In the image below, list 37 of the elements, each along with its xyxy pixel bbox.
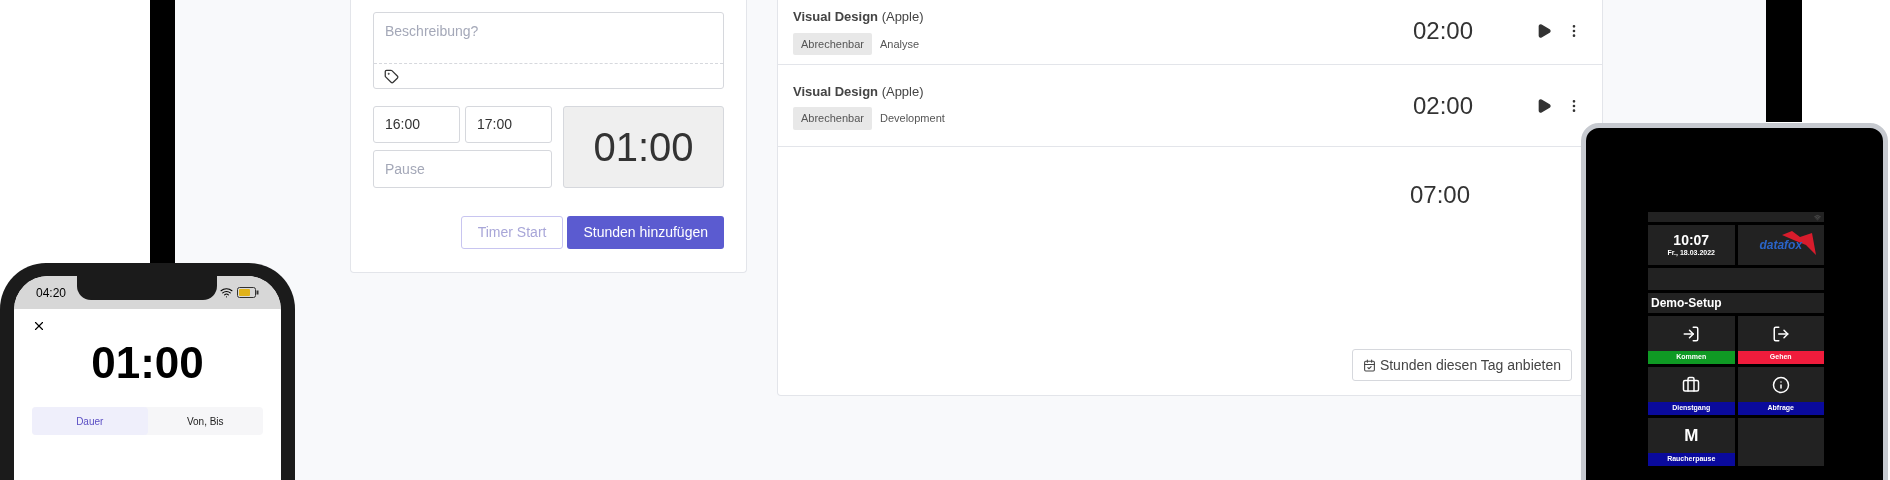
info-icon — [1771, 375, 1790, 394]
phone-timer: 01:00 — [91, 341, 204, 385]
letter-glyph: M — [1684, 427, 1699, 444]
end-time-field[interactable]: 17:00 — [465, 106, 552, 143]
battery-icon — [237, 287, 259, 298]
billable-tag: Abrechenbar — [793, 107, 872, 130]
logo-text: datafox — [1759, 237, 1803, 254]
billable-tag: Abrechenbar — [793, 32, 872, 55]
offer-hours-button[interactable]: Stunden diesen Tag anbieten — [1351, 349, 1572, 381]
wifi-icon — [220, 286, 233, 299]
exit-icon — [1771, 324, 1790, 343]
entry-title: Visual Design (Apple) — [793, 8, 924, 26]
entry-duration: 02:00 — [1413, 90, 1475, 121]
description-field[interactable]: Beschreibung? — [373, 12, 724, 89]
activity-label: Analyse — [880, 36, 920, 52]
close-icon[interactable] — [32, 319, 46, 333]
briefcase-icon — [1682, 375, 1701, 394]
pause-field[interactable]: Pause — [373, 150, 552, 188]
enter-icon — [1682, 324, 1701, 343]
signal-icon — [1814, 213, 1821, 221]
activity-label: Development — [880, 111, 945, 126]
mode-tab[interactable]: Von, Bis — [147, 407, 263, 435]
entry-title: Visual Design (Apple) — [793, 82, 925, 101]
terminal-title: Demo-Setup — [1648, 293, 1824, 313]
description-input[interactable]: Beschreibung? — [374, 13, 723, 63]
play-icon[interactable] — [1536, 97, 1552, 114]
total-duration: 07:00 — [1410, 180, 1472, 210]
calendar-icon — [1362, 358, 1376, 372]
status-clock: 04:20 — [36, 284, 67, 302]
tag-icon[interactable] — [384, 68, 399, 84]
play-icon[interactable] — [1536, 23, 1552, 39]
terminal-time: 10:07 — [1673, 232, 1710, 247]
start-time-field[interactable]: 16:00 — [373, 106, 460, 143]
add-hours-button[interactable]: Stunden hinzufügen — [567, 216, 724, 249]
entry-duration: 02:00 — [1413, 16, 1475, 46]
duration-display: 01:00 — [563, 106, 724, 188]
mode-tab[interactable]: Dauer — [32, 407, 148, 435]
